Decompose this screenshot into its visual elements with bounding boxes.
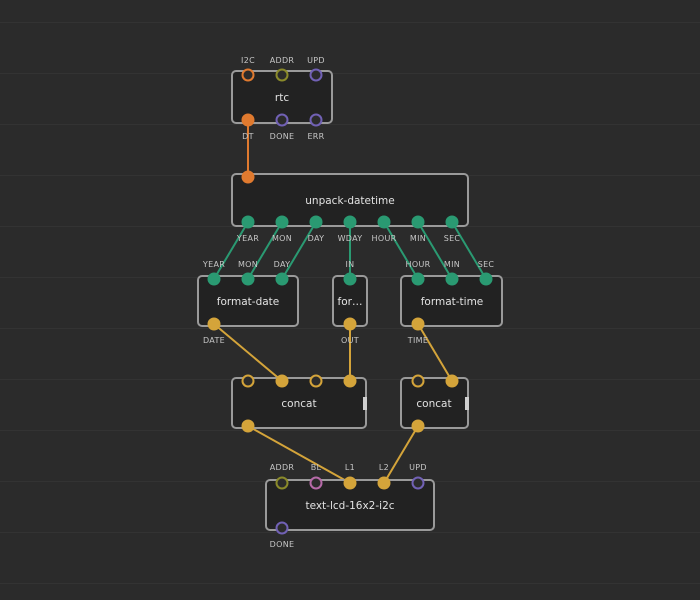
pin-unpack-year-output[interactable] — [241, 215, 255, 229]
pin-rtc-upd-input[interactable] — [309, 68, 323, 82]
node-concat-1[interactable]: concat — [231, 374, 367, 433]
pin-format-date-day-input[interactable] — [275, 272, 289, 286]
pin-lcd-l2-input[interactable] — [377, 476, 391, 490]
pin-label-in: IN — [346, 260, 355, 269]
node-concat-2-resize-handle[interactable] — [465, 397, 469, 410]
pin-lcd-done-output[interactable] — [275, 521, 289, 535]
pin-label-date: DATE — [203, 336, 225, 345]
pin-concat-2-in1-input[interactable] — [411, 374, 425, 388]
pin-label-upd: UPD — [307, 56, 325, 65]
pin-rtc-i2c-input[interactable] — [241, 68, 255, 82]
pin-label-day: DAY — [308, 234, 325, 243]
node-format-date-title: format-date — [217, 296, 280, 308]
pin-unpack-min-output[interactable] — [411, 215, 425, 229]
pin-concat-1-in1-input[interactable] — [241, 374, 255, 388]
pin-rtc-done-output[interactable] — [275, 113, 289, 127]
pin-format-date-mon-input[interactable] — [241, 272, 255, 286]
pin-lcd-bl-input[interactable] — [309, 476, 323, 490]
pin-label-year-in: YEAR — [202, 260, 225, 269]
pin-concat-2-in2-input[interactable] — [445, 374, 459, 388]
pin-format-weekday-in-input[interactable] — [343, 272, 357, 286]
pin-label-min-in: MIN — [444, 260, 460, 269]
pin-lcd-l1-input[interactable] — [343, 476, 357, 490]
pin-label-lcd-addr: ADDR — [270, 463, 295, 472]
pin-format-date-year-input[interactable] — [207, 272, 221, 286]
pin-unpack-sec-output[interactable] — [445, 215, 459, 229]
pin-lcd-addr-input[interactable] — [275, 476, 289, 490]
pin-label-out: OUT — [341, 336, 359, 345]
pin-label-sec-in: SEC — [478, 260, 495, 269]
pin-lcd-upd-input[interactable] — [411, 476, 425, 490]
pin-label-addr: ADDR — [270, 56, 295, 65]
node-unpack-datetime-title: unpack-datetime — [305, 195, 394, 207]
pin-unpack-hour-output[interactable] — [377, 215, 391, 229]
pin-label-err: ERR — [307, 132, 324, 141]
pin-concat-1-output[interactable] — [241, 419, 255, 433]
pin-label-lcd-bl: BL — [311, 463, 322, 472]
pin-label-mon-in: MON — [238, 260, 258, 269]
pin-rtc-err-output[interactable] — [309, 113, 323, 127]
pin-label-hour: HOUR — [372, 234, 397, 243]
pin-concat-1-in3-input[interactable] — [309, 374, 323, 388]
pin-label-wday: WDAY — [338, 234, 363, 243]
pin-format-time-sec-input[interactable] — [479, 272, 493, 286]
pin-label-dt: DT — [242, 132, 254, 141]
pin-rtc-addr-input[interactable] — [275, 68, 289, 82]
pin-label-min: MIN — [410, 234, 426, 243]
node-format-time-title: format-time — [421, 296, 484, 308]
pin-label-lcd-done: DONE — [270, 540, 295, 549]
patch-canvas[interactable]: rtc I2C ADDR UPD DT DONE ERR unpack-date… — [0, 0, 700, 600]
pin-rtc-dt-output[interactable] — [241, 113, 255, 127]
pin-label-lcd-l2: L2 — [379, 463, 389, 472]
node-concat-1-resize-handle[interactable] — [363, 397, 367, 410]
pin-format-weekday-out-output[interactable] — [343, 317, 357, 331]
node-concat-2[interactable]: concat — [400, 374, 469, 433]
pin-concat-1-in4-input[interactable] — [343, 374, 357, 388]
pin-concat-2-output[interactable] — [411, 419, 425, 433]
pin-unpack-day-output[interactable] — [309, 215, 323, 229]
pin-format-date-date-output[interactable] — [207, 317, 221, 331]
node-text-lcd-title: text-lcd-16x2-i2c — [305, 500, 394, 512]
pin-concat-1-in2-input[interactable] — [275, 374, 289, 388]
pin-format-time-time-output[interactable] — [411, 317, 425, 331]
pin-format-time-hour-input[interactable] — [411, 272, 425, 286]
pin-label-done: DONE — [270, 132, 295, 141]
pin-unpack-mon-output[interactable] — [275, 215, 289, 229]
pin-unpack-dt-input[interactable] — [241, 170, 255, 184]
pin-label-hour-in: HOUR — [406, 260, 431, 269]
pin-label-lcd-l1: L1 — [345, 463, 355, 472]
node-concat-2-title: concat — [416, 398, 451, 410]
node-rtc-title: rtc — [275, 92, 289, 104]
pin-label-year: YEAR — [236, 234, 259, 243]
pin-label-lcd-upd: UPD — [409, 463, 427, 472]
pin-label-i2c: I2C — [241, 56, 255, 65]
pin-unpack-wday-output[interactable] — [343, 215, 357, 229]
pin-label-time: TIME — [407, 336, 428, 345]
pin-format-time-min-input[interactable] — [445, 272, 459, 286]
node-format-weekday-title: for… — [338, 296, 363, 308]
node-concat-1-title: concat — [281, 398, 316, 410]
pin-label-mon: MON — [272, 234, 292, 243]
pin-label-day-in: DAY — [274, 260, 291, 269]
pin-label-sec: SEC — [444, 234, 461, 243]
